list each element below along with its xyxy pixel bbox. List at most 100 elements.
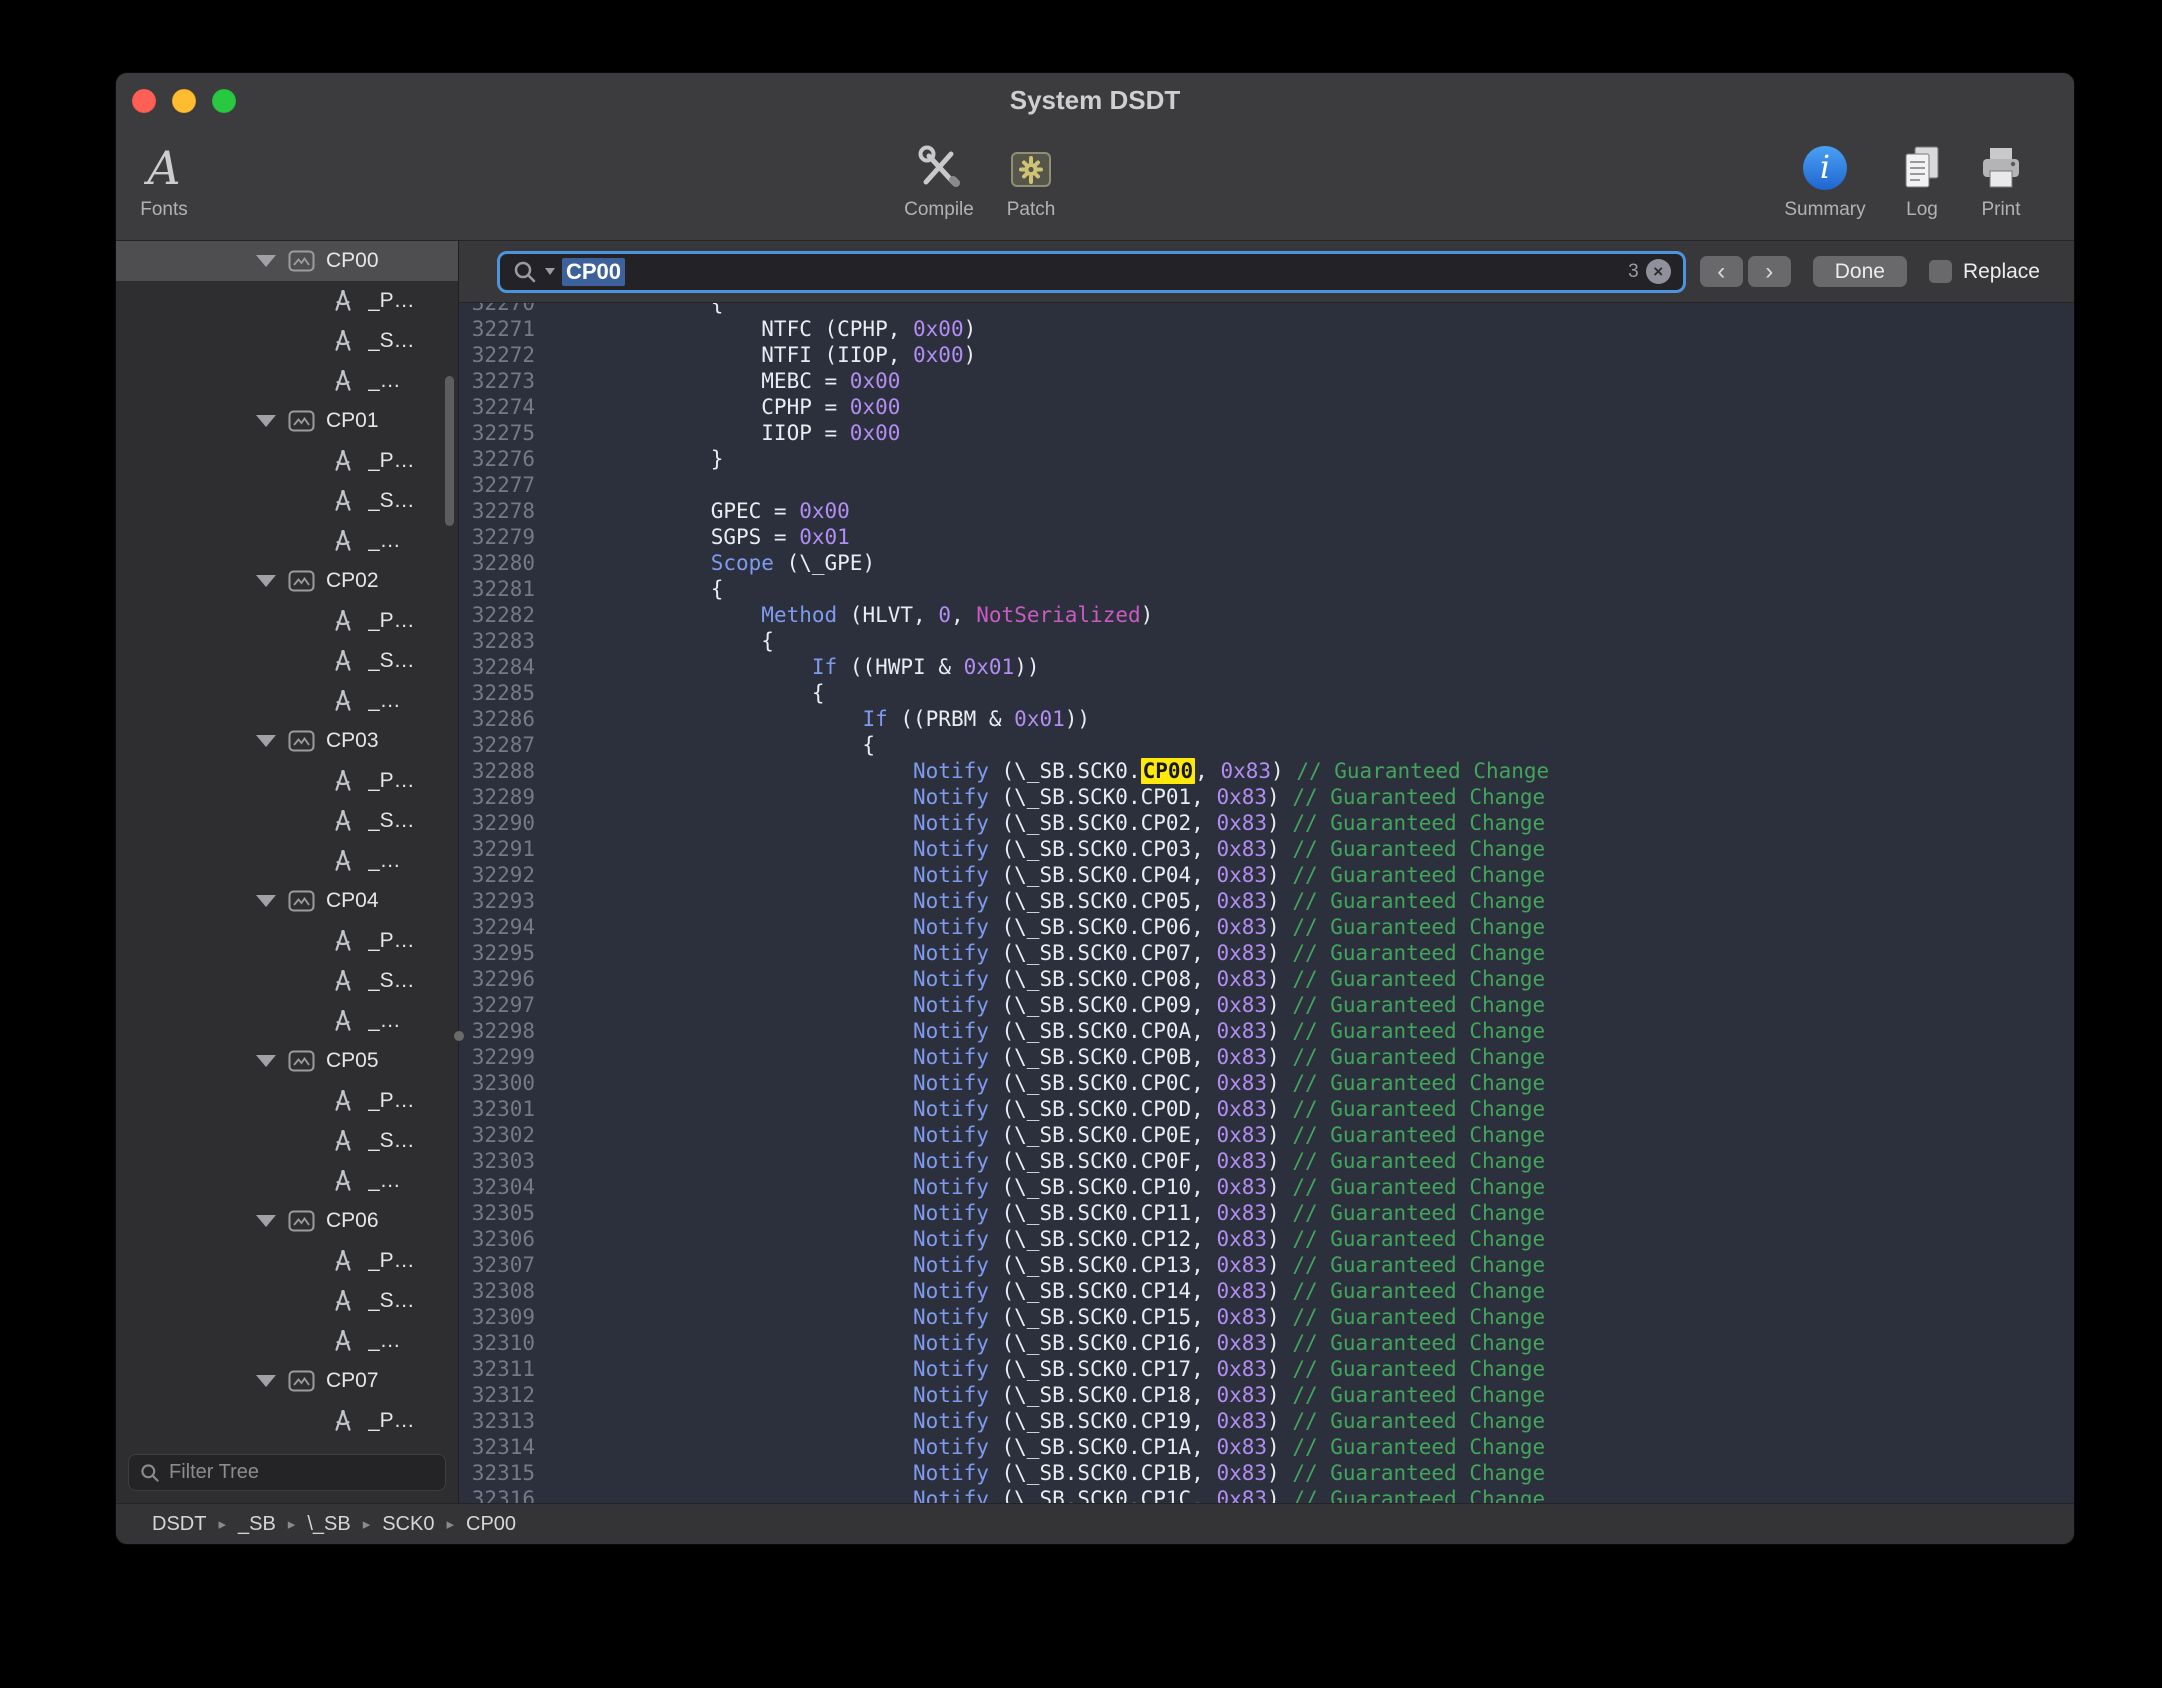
code-line[interactable]: 32297 Notify (\_SB.SCK0.CP09, 0x83) // G… [459,992,2074,1018]
tree-subitem[interactable]: _S… [116,321,458,361]
tree-subitem[interactable]: _P… [116,1081,458,1121]
code-line[interactable]: 32288 Notify (\_SB.SCK0.CP00, 0x83) // G… [459,758,2074,784]
code-line[interactable]: 32270 { [459,303,2074,316]
search-query-text[interactable]: CP00 [562,258,625,286]
code-line[interactable]: 32295 Notify (\_SB.SCK0.CP07, 0x83) // G… [459,940,2074,966]
code-line[interactable]: 32287 { [459,732,2074,758]
disclosure-triangle-icon[interactable] [256,735,276,747]
code-line[interactable]: 32305 Notify (\_SB.SCK0.CP11, 0x83) // G… [459,1200,2074,1226]
tree-subitem[interactable]: _P… [116,441,458,481]
code-line[interactable]: 32290 Notify (\_SB.SCK0.CP02, 0x83) // G… [459,810,2074,836]
code-line[interactable]: 32300 Notify (\_SB.SCK0.CP0C, 0x83) // G… [459,1070,2074,1096]
splitter-handle[interactable] [454,1031,464,1041]
find-search-field[interactable]: CP00 3 × [497,251,1686,293]
code-line[interactable]: 32279 SGPS = 0x01 [459,524,2074,550]
code-line[interactable]: 32313 Notify (\_SB.SCK0.CP19, 0x83) // G… [459,1408,2074,1434]
print-button[interactable]: Print [1936,138,2066,221]
tree-item-cp03[interactable]: CP03 [116,721,458,761]
tree-item-cp07[interactable]: CP07 [116,1361,458,1401]
code-line[interactable]: 32302 Notify (\_SB.SCK0.CP0E, 0x83) // G… [459,1122,2074,1148]
code-line[interactable]: 32307 Notify (\_SB.SCK0.CP13, 0x83) // G… [459,1252,2074,1278]
breadcrumb-item[interactable]: CP00 [466,1513,516,1536]
tree-subitem[interactable]: _S… [116,481,458,521]
tree-subitem[interactable]: _P… [116,1241,458,1281]
code-line[interactable]: 32289 Notify (\_SB.SCK0.CP01, 0x83) // G… [459,784,2074,810]
code-line[interactable]: 32294 Notify (\_SB.SCK0.CP06, 0x83) // G… [459,914,2074,940]
tree-subitem[interactable]: _… [116,1321,458,1361]
fonts-button[interactable]: A Fonts [115,138,229,221]
clear-search-icon[interactable]: × [1646,259,1671,284]
code-editor[interactable]: 32270 {32271 NTFC (CPHP, 0x00)32272 NTFI… [459,303,2074,1503]
sidebar-scrollbar[interactable] [445,376,454,526]
code-line[interactable]: 32277 [459,472,2074,498]
code-line[interactable]: 32280 Scope (\_GPE) [459,550,2074,576]
code-line[interactable]: 32291 Notify (\_SB.SCK0.CP03, 0x83) // G… [459,836,2074,862]
tree-subitem[interactable]: _S… [116,1121,458,1161]
tree-subitem[interactable]: _S… [116,801,458,841]
breadcrumb-item[interactable]: \_SB [307,1513,350,1536]
tree-item-cp02[interactable]: CP02 [116,561,458,601]
disclosure-triangle-icon[interactable] [256,1055,276,1067]
tree-item-cp05[interactable]: CP05 [116,1041,458,1081]
breadcrumb-item[interactable]: SCK0 [382,1513,434,1536]
tree-subitem[interactable]: _P… [116,601,458,641]
find-previous-button[interactable]: ‹ [1700,256,1743,287]
disclosure-triangle-icon[interactable] [256,895,276,907]
tree-item-cp01[interactable]: CP01 [116,401,458,441]
tree-subitem[interactable]: _… [116,681,458,721]
tree-item-cp00[interactable]: CP00 [116,241,458,281]
disclosure-triangle-icon[interactable] [256,575,276,587]
replace-checkbox[interactable] [1929,260,1952,283]
code-line[interactable]: 32286 If ((PRBM & 0x01)) [459,706,2074,732]
tree-subitem[interactable]: _… [116,1001,458,1041]
tree-subitem[interactable]: _S… [116,1281,458,1321]
code-line[interactable]: 32306 Notify (\_SB.SCK0.CP12, 0x83) // G… [459,1226,2074,1252]
code-line[interactable]: 32272 NTFI (IIOP, 0x00) [459,342,2074,368]
close-button[interactable] [132,89,156,113]
tree-subitem[interactable]: _P… [116,921,458,961]
code-line[interactable]: 32314 Notify (\_SB.SCK0.CP1A, 0x83) // G… [459,1434,2074,1460]
code-line[interactable]: 32299 Notify (\_SB.SCK0.CP0B, 0x83) // G… [459,1044,2074,1070]
breadcrumb-item[interactable]: DSDT [152,1513,206,1536]
tree-subitem[interactable]: _S… [116,961,458,1001]
code-line[interactable]: 32278 GPEC = 0x00 [459,498,2074,524]
breadcrumb-item[interactable]: _SB [238,1513,276,1536]
code-line[interactable]: 32274 CPHP = 0x00 [459,394,2074,420]
code-line[interactable]: 32284 If ((HWPI & 0x01)) [459,654,2074,680]
code-line[interactable]: 32298 Notify (\_SB.SCK0.CP0A, 0x83) // G… [459,1018,2074,1044]
tree-subitem[interactable]: _P… [116,1401,458,1441]
code-line[interactable]: 32304 Notify (\_SB.SCK0.CP10, 0x83) // G… [459,1174,2074,1200]
disclosure-triangle-icon[interactable] [256,255,276,267]
code-line[interactable]: 32281 { [459,576,2074,602]
title-bar[interactable]: System DSDT [116,73,2074,128]
code-line[interactable]: 32296 Notify (\_SB.SCK0.CP08, 0x83) // G… [459,966,2074,992]
tree-subitem[interactable]: _S… [116,641,458,681]
code-line[interactable]: 32282 Method (HLVT, 0, NotSerialized) [459,602,2074,628]
disclosure-triangle-icon[interactable] [256,415,276,427]
code-line[interactable]: 32309 Notify (\_SB.SCK0.CP15, 0x83) // G… [459,1304,2074,1330]
disclosure-triangle-icon[interactable] [256,1375,276,1387]
code-line[interactable]: 32312 Notify (\_SB.SCK0.CP18, 0x83) // G… [459,1382,2074,1408]
tree-subitem[interactable]: _P… [116,281,458,321]
code-line[interactable]: 32293 Notify (\_SB.SCK0.CP05, 0x83) // G… [459,888,2074,914]
tree-subitem[interactable]: _P… [116,761,458,801]
zoom-button[interactable] [212,89,236,113]
code-line[interactable]: 32275 IIOP = 0x00 [459,420,2074,446]
code-line[interactable]: 32276 } [459,446,2074,472]
code-line[interactable]: 32316 Notify (\_SB.SCK0.CP1C, 0x83) // G… [459,1486,2074,1503]
tree-subitem[interactable]: _… [116,1161,458,1201]
tree-subitem[interactable]: _… [116,521,458,561]
code-line[interactable]: 32315 Notify (\_SB.SCK0.CP1B, 0x83) // G… [459,1460,2074,1486]
search-options-chevron-icon[interactable] [545,268,555,275]
tree-item-cp04[interactable]: CP04 [116,881,458,921]
code-line[interactable]: 32303 Notify (\_SB.SCK0.CP0F, 0x83) // G… [459,1148,2074,1174]
code-line[interactable]: 32273 MEBC = 0x00 [459,368,2074,394]
code-line[interactable]: 32285 { [459,680,2074,706]
tree-item-cp06[interactable]: CP06 [116,1201,458,1241]
find-next-button[interactable]: › [1748,256,1791,287]
filter-tree-field[interactable] [128,1454,446,1491]
disclosure-triangle-icon[interactable] [256,1215,276,1227]
filter-tree-input[interactable] [169,1461,435,1484]
code-line[interactable]: 32308 Notify (\_SB.SCK0.CP14, 0x83) // G… [459,1278,2074,1304]
tree-subitem[interactable]: _… [116,841,458,881]
